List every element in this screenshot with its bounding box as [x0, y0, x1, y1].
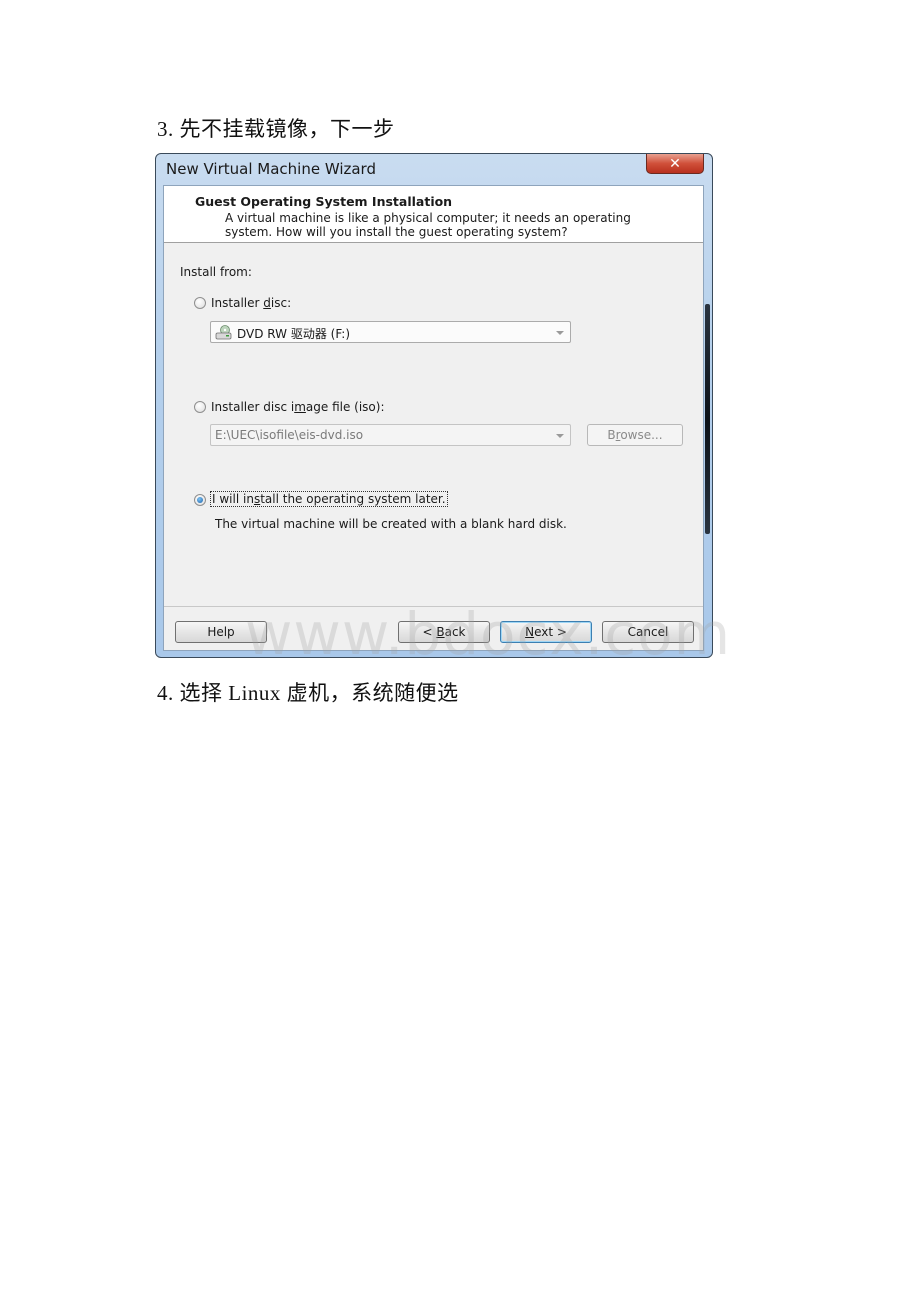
wizard-client-area: Guest Operating System Installation A vi… — [163, 185, 704, 651]
step-4-heading: 4. 选择 Linux 虚机，系统随便选 — [157, 681, 459, 705]
label-text: age file (iso): — [305, 400, 385, 414]
label-text: ext > — [534, 625, 567, 639]
installer-disc-radio[interactable] — [194, 297, 206, 309]
installer-disc-dropdown[interactable]: DVD RW 驱动器 (F:) — [210, 321, 571, 343]
install-from-label: Install from: — [180, 265, 252, 279]
optical-drive-icon — [215, 325, 233, 340]
install-later-description: The virtual machine will be created with… — [215, 517, 567, 531]
label-text: B — [607, 428, 616, 442]
title-bar[interactable]: New Virtual Machine Wizard ✕ — [156, 154, 712, 184]
install-later-label[interactable]: I will install the operating system late… — [210, 491, 448, 507]
window-title: New Virtual Machine Wizard — [166, 160, 376, 178]
label-text: isc: — [270, 296, 292, 310]
iso-image-label[interactable]: Installer disc image file (iso): — [211, 400, 385, 414]
chevron-down-icon — [556, 434, 564, 438]
label-text: owse... — [620, 428, 663, 442]
close-button[interactable]: ✕ — [646, 154, 704, 174]
label-text: tall the operating system later. — [260, 492, 446, 506]
label-text: ack — [444, 625, 466, 639]
install-later-radio[interactable] — [194, 494, 206, 506]
label-text: I will in — [212, 492, 254, 506]
mnemonic: d — [263, 296, 271, 310]
step-3-heading: 3. 先不挂载镜像，下一步 — [157, 117, 395, 141]
footer-divider — [164, 606, 703, 607]
window-edge-shadow — [705, 304, 710, 534]
cancel-button[interactable]: Cancel — [602, 621, 694, 643]
back-button[interactable]: < Back — [398, 621, 490, 643]
label-text: Installer — [211, 296, 264, 310]
iso-image-radio[interactable] — [194, 401, 206, 413]
wizard-page-description: A virtual machine is like a physical com… — [225, 211, 631, 239]
chevron-down-icon — [556, 331, 564, 335]
browse-button[interactable]: Browse... — [587, 424, 683, 446]
next-button[interactable]: Next > — [500, 621, 592, 643]
wizard-page-title: Guest Operating System Installation — [195, 194, 453, 209]
label-text: < — [422, 625, 437, 639]
label-text: Installer disc i — [211, 400, 295, 414]
mnemonic: N — [525, 625, 535, 639]
iso-image-path-value: E:\UEC\isofile\eis-dvd.iso — [215, 428, 364, 442]
iso-image-path-combo[interactable]: E:\UEC\isofile\eis-dvd.iso — [210, 424, 571, 446]
wizard-header: Guest Operating System Installation A vi… — [164, 186, 703, 243]
mnemonic: m — [294, 400, 306, 414]
new-virtual-machine-wizard-window: New Virtual Machine Wizard ✕ Guest Opera… — [155, 153, 713, 658]
install-later-focus: I will install the operating system late… — [210, 491, 448, 507]
close-icon: ✕ — [669, 155, 681, 171]
mnemonic: B — [436, 625, 445, 639]
help-button[interactable]: Help — [175, 621, 267, 643]
installer-disc-label[interactable]: Installer disc: — [211, 296, 291, 310]
installer-disc-value: DVD RW 驱动器 (F:) — [237, 327, 351, 341]
